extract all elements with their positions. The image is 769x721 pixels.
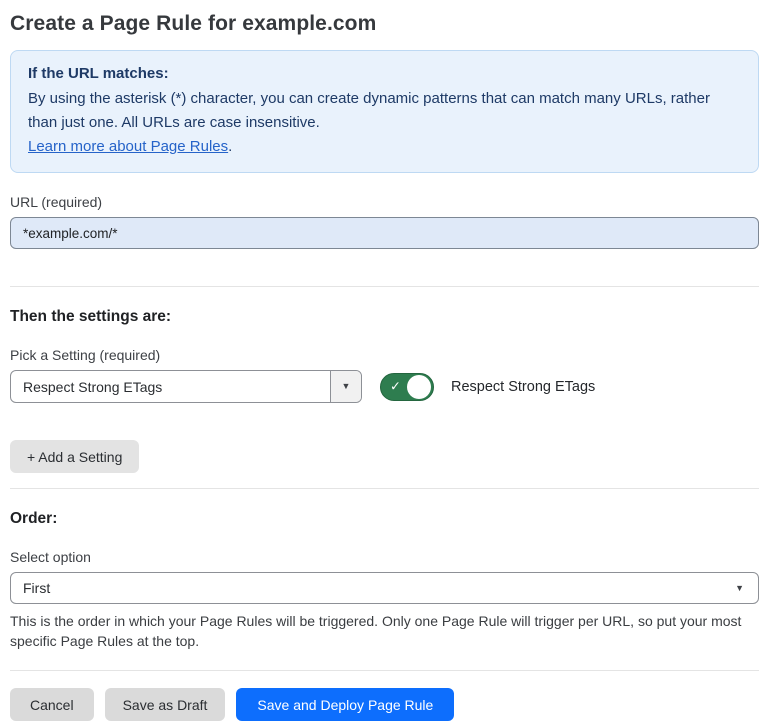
order-dropdown[interactable]: First ▼ [10,572,759,604]
chevron-down-icon: ▼ [342,382,351,391]
divider-after-settings [10,488,759,489]
info-callout-heading: If the URL matches: [28,62,741,86]
learn-more-link[interactable]: Learn more about Page Rules [28,138,228,155]
url-match-info-callout: If the URL matches: By using the asteris… [10,50,759,173]
divider-before-footer [10,670,759,671]
check-icon: ✓ [390,378,401,394]
order-help-text: This is the order in which your Page Rul… [10,611,755,651]
info-callout-body: By using the asterisk (*) character, you… [28,87,741,135]
setting-dropdown[interactable]: Respect Strong ETags ▼ [10,370,362,403]
setting-dropdown-value: Respect Strong ETags [11,371,330,402]
footer-actions: Cancel Save as Draft Save and Deploy Pag… [10,688,759,721]
etags-toggle-label: Respect Strong ETags [451,379,595,395]
settings-section-heading: Then the settings are: [10,308,759,326]
url-field-label: URL (required) [10,194,759,210]
save-and-deploy-button[interactable]: Save and Deploy Page Rule [236,688,454,721]
order-section-heading: Order: [10,510,759,528]
page-title: Create a Page Rule for example.com [10,12,759,36]
toggle-knob [407,375,431,399]
setting-dropdown-arrow-segment[interactable]: ▼ [330,371,361,402]
setting-row: Respect Strong ETags ▼ ✓ Respect Strong … [10,370,759,403]
order-dropdown-value: First [23,580,50,596]
pick-setting-label: Pick a Setting (required) [10,347,759,363]
info-callout-link-line: Learn more about Page Rules. [28,135,741,159]
add-setting-button[interactable]: + Add a Setting [10,440,139,473]
etags-toggle[interactable]: ✓ [380,373,434,401]
order-select-label: Select option [10,549,759,565]
save-as-draft-button[interactable]: Save as Draft [105,688,226,721]
chevron-down-icon: ▼ [735,584,744,593]
cancel-button[interactable]: Cancel [10,688,94,721]
divider-after-url [10,286,759,287]
url-input[interactable] [10,217,759,249]
link-period: . [228,138,232,155]
page-rule-form: Create a Page Rule for example.com If th… [0,0,769,721]
